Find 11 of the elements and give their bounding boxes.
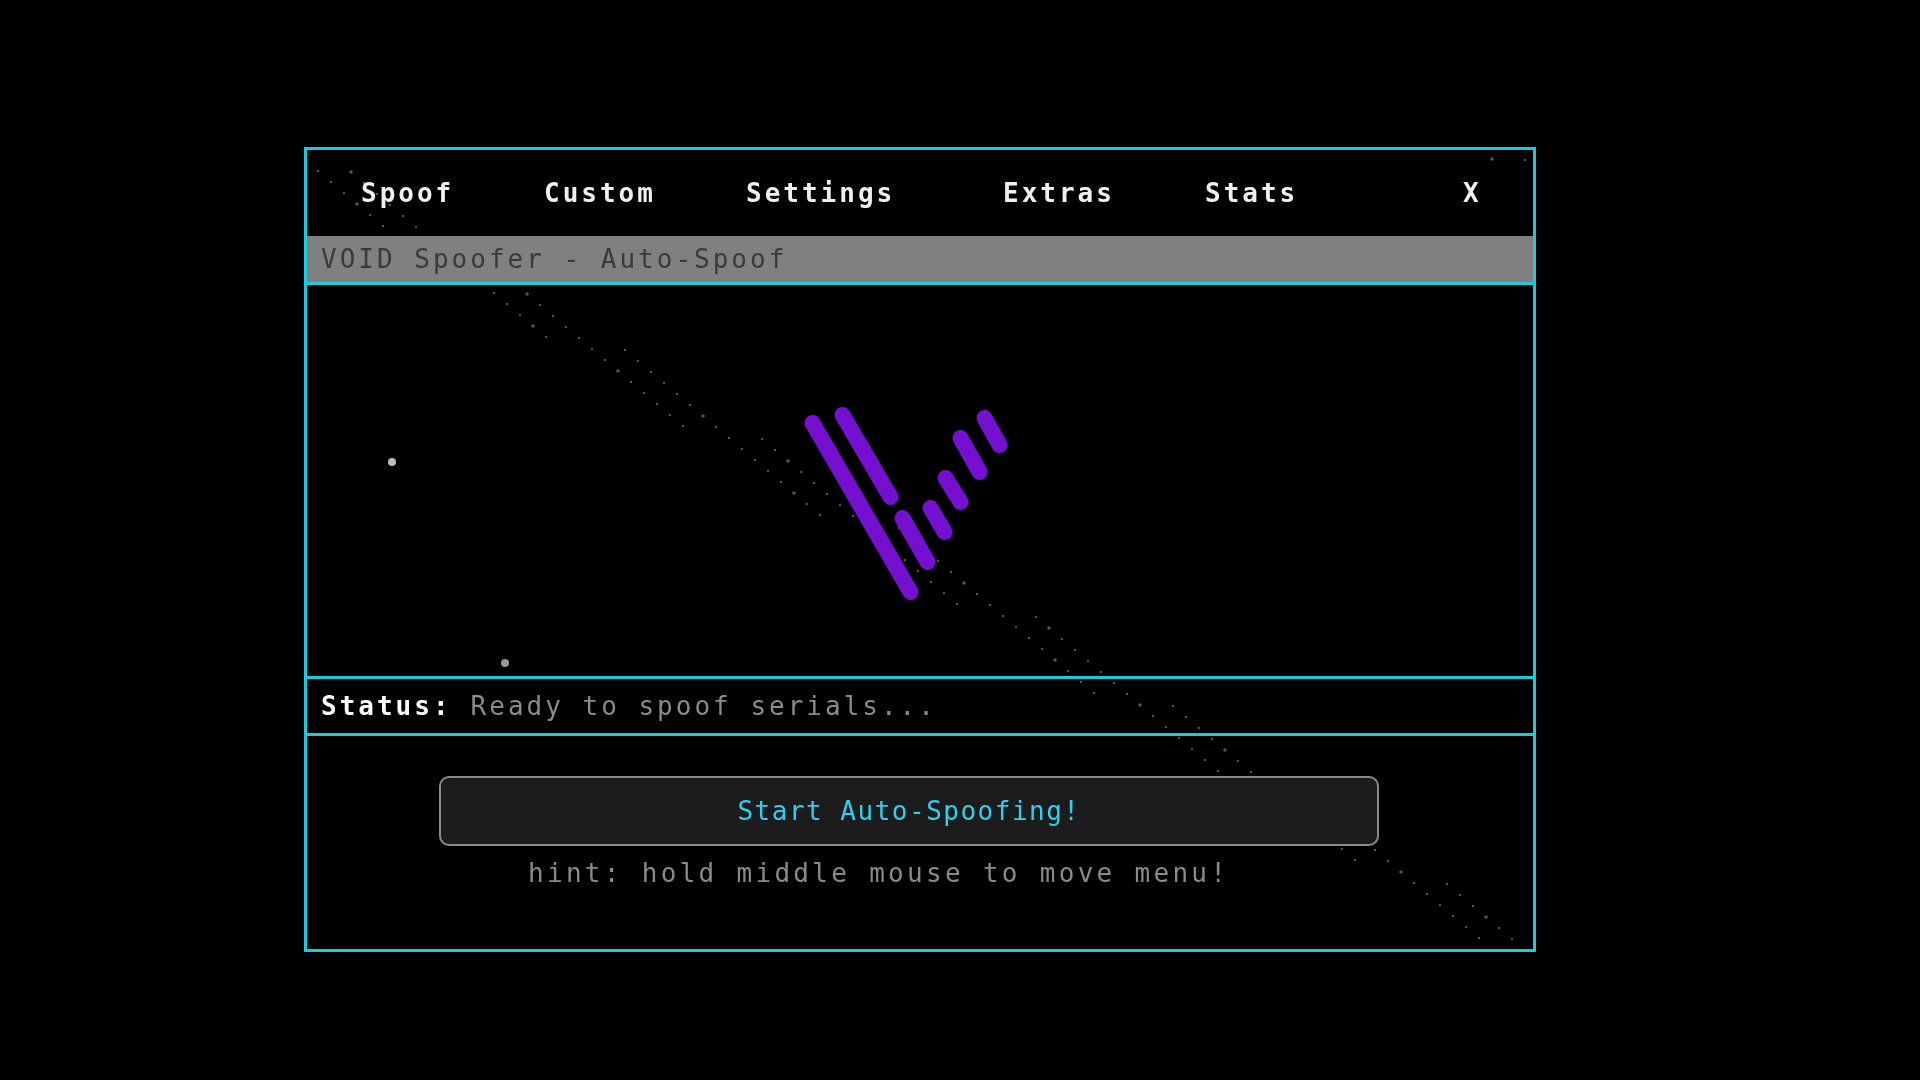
menu-tab[interactable]: Stats — [1205, 178, 1299, 208]
status-text: Ready to spoof serials... — [470, 691, 937, 721]
menu-tab[interactable]: Settings — [746, 178, 896, 208]
title-bar: VOID Spoofer - Auto-Spoof — [307, 236, 1533, 285]
menu-tab[interactable]: Spoof — [361, 178, 455, 208]
close-button[interactable]: X — [1463, 178, 1482, 208]
status-label: Status: — [321, 691, 452, 721]
menu-tab[interactable]: Custom — [544, 178, 656, 208]
hint-text: hint: hold middle mouse to move menu! — [528, 858, 1230, 888]
start-button[interactable]: Start Auto-Spoofing! — [439, 776, 1379, 846]
menu-tab[interactable]: Extras — [1003, 178, 1115, 208]
